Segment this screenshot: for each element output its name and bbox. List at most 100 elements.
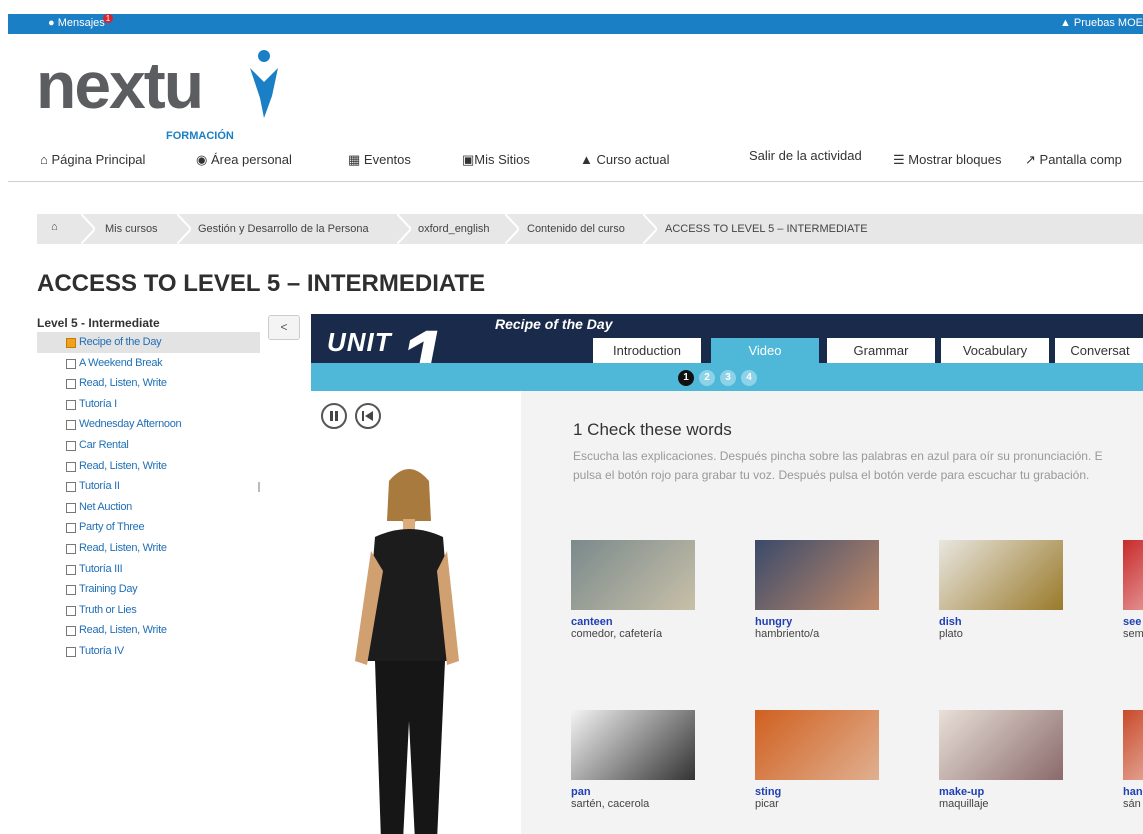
checkbox-icon <box>66 543 76 554</box>
exit-activity-link[interactable]: Salir de la actividad <box>749 148 862 163</box>
pause-button[interactable] <box>321 403 347 429</box>
presenter-video <box>355 469 459 834</box>
tree-item[interactable]: Read, Listen, Write <box>37 620 260 641</box>
user-icon: ▲ <box>1059 17 1071 29</box>
step-indicator[interactable]: 1 <box>678 370 694 386</box>
instructions: Escucha las explicaciones. Después pinch… <box>573 447 1143 485</box>
vocab-word-link[interactable]: sting <box>755 786 885 798</box>
tree-item-label: Read, Listen, Write <box>79 459 167 472</box>
tree-item[interactable]: A Weekend Break <box>37 353 260 374</box>
unit-label: UNIT <box>327 327 392 357</box>
breadcrumb-item[interactable]: Gestión y Desarrollo de la Persona <box>198 223 369 235</box>
user-menu[interactable]: ▲ Pruebas MOE <box>1060 17 1143 29</box>
vocab-translation: comedor, cafetería <box>571 628 663 640</box>
nav-course-label: Curso actual <box>596 152 670 167</box>
tree-title: Level 5 - Intermediate <box>37 316 160 330</box>
restart-button[interactable] <box>355 403 381 429</box>
fullscreen-button[interactable]: ↗ Pantalla comp <box>1025 152 1122 168</box>
vocab-image <box>571 710 695 780</box>
breadcrumb-current: ACCESS TO LEVEL 5 – INTERMEDIATE <box>665 223 868 235</box>
nav-personal[interactable]: ◉ Área personal <box>196 152 292 168</box>
breadcrumb-item[interactable]: oxford_english <box>418 223 490 235</box>
tab-grammar[interactable]: Grammar <box>827 338 935 363</box>
checkbox-icon <box>66 358 76 369</box>
vocab-word-link[interactable]: han <box>1123 786 1143 798</box>
tree-item[interactable]: Tutoría II <box>37 476 260 497</box>
tab-conversat[interactable]: Conversat <box>1055 338 1143 363</box>
expand-icon: ↗ <box>1025 152 1036 167</box>
tree-item[interactable]: Net Auction <box>37 497 260 518</box>
vocab-word-link[interactable]: make-up <box>939 786 1069 798</box>
nav-course[interactable]: ▲ Curso actual <box>580 152 669 167</box>
checkbox-icon <box>66 440 76 451</box>
tree-item[interactable]: Truth or Lies <box>37 600 260 621</box>
vocab-word-link[interactable]: dish <box>939 616 1069 628</box>
vocab-translation: maquillaje <box>939 798 989 810</box>
nav-personal-label: Área personal <box>210 152 292 167</box>
checkbox-icon <box>66 626 76 637</box>
breadcrumb-separator <box>505 214 519 244</box>
step-indicator[interactable]: 2 <box>699 370 715 386</box>
nav-sites[interactable]: ▣Mis Sitios <box>462 152 530 168</box>
messages-badge: 1 <box>102 14 114 23</box>
show-blocks-button[interactable]: ☰ Mostrar bloques <box>893 152 1002 168</box>
step-indicator[interactable]: 4 <box>741 370 757 386</box>
vocab-translation: sartén, cacerola <box>571 798 650 810</box>
collapse-tree-button[interactable]: < <box>268 315 300 340</box>
section-title: 1 Check these words <box>573 420 732 439</box>
site-logo[interactable]: nextu FORMACIÓN <box>36 50 278 142</box>
tree-item[interactable]: Car Rental <box>37 435 260 456</box>
tree-item-label: Car Rental <box>79 438 129 451</box>
nav-sites-label: Mis Sitios <box>474 152 530 167</box>
tab-introduction[interactable]: Introduction <box>593 338 701 363</box>
logo-subtitle: FORMACIÓN <box>166 130 234 142</box>
vocab-word-link[interactable]: pan <box>571 786 701 798</box>
top-bar: ● Mensajes1 ▲ Pruebas MOE <box>8 14 1143 34</box>
show-blocks-label: Mostrar bloques <box>908 152 1002 167</box>
tab-video[interactable]: Video <box>711 338 819 363</box>
breadcrumb-separator <box>177 214 191 244</box>
current-lesson-icon <box>66 338 76 348</box>
tree-item-label: Truth or Lies <box>79 603 137 616</box>
vocab-translation: sán <box>1123 798 1141 810</box>
briefcase-icon: ▣ <box>462 152 475 167</box>
vocab-word-link[interactable]: hungry <box>755 616 885 628</box>
tree-item[interactable]: Recipe of the Day <box>37 332 260 353</box>
tree-item[interactable]: Read, Listen, Write <box>37 538 260 559</box>
breadcrumb-item[interactable]: Mis cursos <box>105 223 158 235</box>
vocab-card: canteen comedor, cafetería <box>571 540 701 640</box>
messages-link[interactable]: ● Mensajes1 <box>48 14 115 29</box>
tree-item[interactable]: Tutoría III <box>37 559 260 580</box>
tree-item[interactable]: Read, Listen, Write <box>37 373 260 394</box>
tree-item[interactable]: Read, Listen, Write <box>37 456 260 477</box>
checkbox-icon <box>66 379 76 390</box>
vocab-card: pan sartén, cacerola <box>571 710 701 810</box>
vocab-word-link[interactable]: see <box>1123 616 1143 628</box>
tab-vocabulary[interactable]: Vocabulary <box>941 338 1049 363</box>
vocab-word-link[interactable]: canteen <box>571 616 701 628</box>
breadcrumb-item[interactable]: Contenido del curso <box>527 223 625 235</box>
tree-item[interactable]: Tutoría IV <box>37 641 260 662</box>
tree-item-label: Read, Listen, Write <box>79 541 167 554</box>
tree-item[interactable]: Tutoría I <box>37 394 260 415</box>
nav-events[interactable]: ▦ Eventos <box>348 152 411 168</box>
vocab-translation: plato <box>939 628 963 640</box>
tree-item[interactable]: Wednesday Afternoon <box>37 414 260 435</box>
activity-frame: UNIT 1 Recipe of the Day Introduction Vid… <box>311 314 1143 834</box>
step-indicator[interactable]: 3 <box>720 370 736 386</box>
tree-scrollbar[interactable] <box>258 482 260 492</box>
skip-back-icon <box>362 411 373 421</box>
messages-label: Mensajes <box>57 17 105 29</box>
breadcrumb-separator <box>397 214 411 244</box>
step-bar: 1234 <box>311 363 1143 391</box>
calendar-icon: ▦ <box>348 152 361 167</box>
activity-header: UNIT 1 Recipe of the Day Introduction Vid… <box>311 314 1143 402</box>
nav-home[interactable]: ⌂ Página Principal <box>40 152 145 167</box>
nav-divider <box>8 181 1143 182</box>
tree-item[interactable]: Training Day <box>37 579 260 600</box>
nav-events-label: Eventos <box>363 152 411 167</box>
tree-item-label: Training Day <box>79 583 138 596</box>
home-icon[interactable]: ⌂ <box>51 221 58 233</box>
tree-item-label: Tutoría II <box>79 480 120 493</box>
tree-item[interactable]: Party of Three <box>37 517 260 538</box>
